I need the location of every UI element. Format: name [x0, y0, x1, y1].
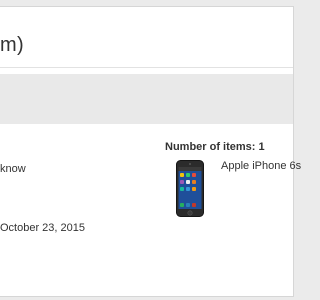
- items-count-label: Number of items: 1: [165, 141, 265, 153]
- product-name[interactable]: Apple iPhone 6s: [221, 160, 301, 172]
- order-date: October 23, 2015: [0, 222, 86, 234]
- iphone-icon: [176, 160, 204, 217]
- section-header-band: [0, 74, 293, 124]
- summary-text: know: [0, 163, 26, 175]
- page-title: m): [0, 34, 24, 56]
- order-card: m) Number of items: 1 know October 23, 2…: [0, 6, 301, 297]
- title-divider: [0, 67, 293, 68]
